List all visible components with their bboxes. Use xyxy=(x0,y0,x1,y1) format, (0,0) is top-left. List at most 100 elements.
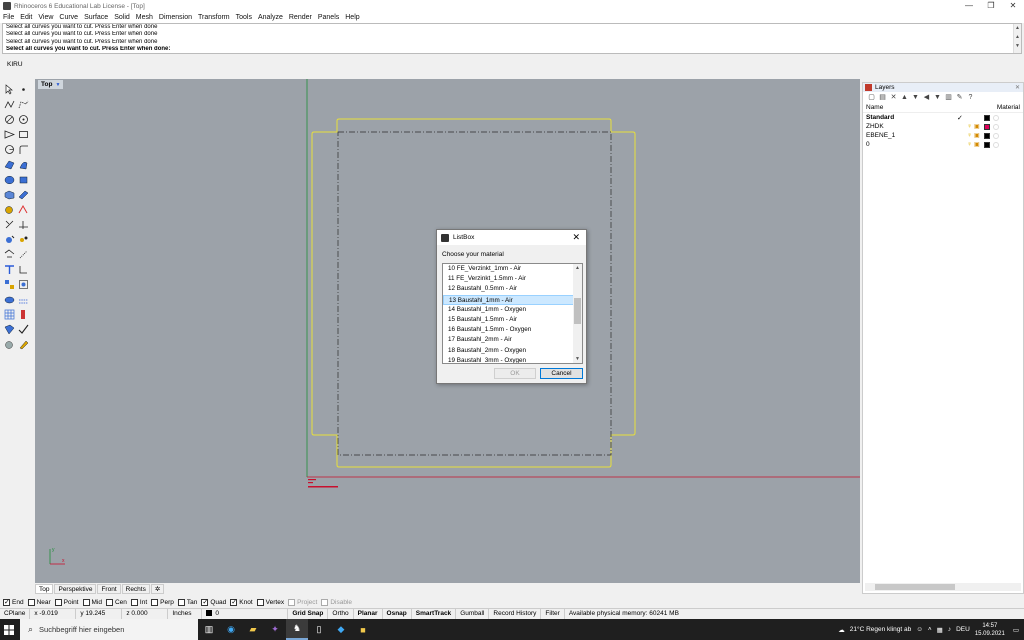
list-item-selected[interactable]: 13 Baustahl_1mm - Air xyxy=(443,294,574,305)
menu-mesh[interactable]: Mesh xyxy=(136,14,153,21)
layer-color-swatch[interactable] xyxy=(984,124,990,130)
scroll-thumb[interactable] xyxy=(875,584,955,590)
current-layer-check-icon[interactable]: ✓ xyxy=(957,114,963,122)
menu-render[interactable]: Render xyxy=(289,14,312,21)
layer-material-icon[interactable] xyxy=(993,124,999,130)
add-viewport-tab-icon[interactable]: ✲ xyxy=(150,583,165,594)
dimension-icon[interactable] xyxy=(18,264,29,275)
history-scrollbar[interactable]: ▲ ▲ ▼ xyxy=(1013,24,1021,53)
polygon-icon[interactable] xyxy=(4,129,16,140)
layers-hscrollbar[interactable] xyxy=(865,583,1021,591)
new-sublayer-icon[interactable]: ▤ xyxy=(878,94,887,102)
lock-icon[interactable]: ▣ xyxy=(974,141,980,148)
layer-tool-icon[interactable]: ▥ xyxy=(944,94,953,102)
close-icon[interactable]: ✕ xyxy=(572,232,580,243)
viewport-label[interactable]: Top ▼ xyxy=(38,80,64,89)
checkbox-icon[interactable] xyxy=(256,599,264,606)
loft-icon[interactable] xyxy=(18,159,29,170)
menu-surface[interactable]: Surface xyxy=(84,14,108,21)
name-column-header[interactable]: Name xyxy=(866,104,883,111)
analyze-icon[interactable] xyxy=(18,309,29,320)
minimize-button[interactable]: — xyxy=(958,0,980,12)
rhino-taskbar-icon[interactable]: ♞ xyxy=(286,619,308,640)
move-to-parent-icon[interactable]: ◀ xyxy=(922,94,931,102)
move-up-icon[interactable]: ▲ xyxy=(900,94,909,102)
scroll-down-icon[interactable]: ▼ xyxy=(1014,42,1021,51)
menu-curve[interactable]: Curve xyxy=(59,14,78,21)
cancel-button[interactable]: Cancel xyxy=(540,368,583,379)
app-icon-blue[interactable]: ◆ xyxy=(330,619,352,640)
layer-material-icon[interactable] xyxy=(993,133,999,139)
volume-icon[interactable]: ♪ xyxy=(948,626,951,633)
menu-solid[interactable]: Solid xyxy=(114,14,130,21)
checkbox-icon[interactable] xyxy=(3,598,10,607)
checkbox-icon[interactable] xyxy=(201,598,209,607)
mesh-icon[interactable] xyxy=(4,204,15,215)
tab-front[interactable]: Front xyxy=(97,583,121,594)
lightbulb-icon[interactable]: ♀ xyxy=(967,123,972,130)
menu-tools[interactable]: Tools xyxy=(236,14,252,21)
ok-button[interactable]: OK xyxy=(494,368,536,379)
display-icon[interactable] xyxy=(4,339,15,350)
split-icon[interactable] xyxy=(18,219,29,230)
layer-color-swatch[interactable] xyxy=(984,133,990,139)
list-scrollbar[interactable]: ▲ ▼ xyxy=(573,264,582,363)
osnap-end[interactable]: End xyxy=(3,598,24,607)
explode-icon[interactable] xyxy=(18,234,29,245)
block-icon[interactable] xyxy=(4,279,15,290)
lock-icon[interactable]: ▣ xyxy=(974,132,980,139)
circle-icon[interactable] xyxy=(4,114,15,125)
list-item[interactable]: 19 Baustahl_3mm - Oxygen xyxy=(443,356,574,363)
pipe-icon[interactable] xyxy=(18,189,29,200)
arc-icon[interactable] xyxy=(4,144,15,155)
layer-row[interactable]: Standard ✓ xyxy=(863,113,1023,122)
checkbox-icon[interactable] xyxy=(321,599,329,606)
menu-dimension[interactable]: Dimension xyxy=(159,14,192,21)
menu-edit[interactable]: Edit xyxy=(20,14,32,21)
boolean-icon[interactable] xyxy=(18,204,29,215)
checkbox-icon[interactable] xyxy=(27,599,35,606)
scroll-down-icon[interactable]: ▼ xyxy=(573,356,582,362)
select-arrow-icon[interactable] xyxy=(4,84,15,95)
checkbox-icon[interactable] xyxy=(177,599,185,606)
menu-help[interactable]: Help xyxy=(345,14,359,21)
list-item[interactable]: 16 Baustahl_1.5mm - Oxygen xyxy=(443,325,574,335)
grid-array-icon[interactable] xyxy=(4,309,15,320)
box-icon[interactable] xyxy=(4,189,15,200)
menu-view[interactable]: View xyxy=(38,14,53,21)
filter-icon[interactable]: ▼ xyxy=(933,94,942,102)
cplane-label[interactable]: CPlane xyxy=(0,609,31,619)
osnap-knot[interactable]: Knot xyxy=(230,598,253,607)
point-icon[interactable] xyxy=(18,84,29,95)
notification-icon[interactable]: ▭ xyxy=(1013,626,1019,634)
document-icon[interactable]: ▯ xyxy=(308,619,330,640)
delete-layer-icon[interactable]: ✕ xyxy=(889,94,898,102)
checkbox-icon[interactable] xyxy=(130,599,138,606)
list-item[interactable]: 17 Baustahl_2mm - Air xyxy=(443,335,574,345)
scroll-up-icon[interactable]: ▲ xyxy=(573,265,582,271)
material-column-header[interactable]: Material xyxy=(997,104,1020,111)
list-item[interactable]: 18 Baustahl_2mm - Oxygen xyxy=(443,346,574,356)
osnap-mid[interactable]: Mid xyxy=(82,599,102,606)
record-history-toggle[interactable]: Record History xyxy=(489,609,542,619)
smarttrack-toggle[interactable]: SmartTrack xyxy=(412,609,457,619)
checkbox-icon[interactable] xyxy=(82,599,90,606)
scroll-thumb[interactable] xyxy=(574,298,581,324)
close-window-button[interactable]: ✕ xyxy=(1002,0,1024,12)
fillet-icon[interactable] xyxy=(18,144,29,155)
lightbulb-icon[interactable]: ♀ xyxy=(967,132,972,139)
copy-icon[interactable] xyxy=(18,249,29,260)
osnap-cen[interactable]: Cen xyxy=(105,599,127,606)
extrude-icon[interactable] xyxy=(18,174,29,185)
osnap-disable[interactable]: Disable xyxy=(321,599,352,606)
close-panel-icon[interactable]: ✕ xyxy=(1015,84,1020,91)
osnap-toggle[interactable]: Osnap xyxy=(383,609,412,619)
layer-icon[interactable] xyxy=(4,294,15,305)
app-icon-yellow[interactable]: ■ xyxy=(352,619,374,640)
tab-top[interactable]: Top xyxy=(35,583,54,594)
checkbox-icon[interactable] xyxy=(288,599,296,606)
gumball-toggle[interactable]: Gumball xyxy=(456,609,490,619)
windows-start-icon[interactable] xyxy=(0,619,18,640)
list-item[interactable]: 10 FE_Verzinkt_1mm - Air xyxy=(443,264,574,274)
osnap-vertex[interactable]: Vertex xyxy=(256,599,284,606)
